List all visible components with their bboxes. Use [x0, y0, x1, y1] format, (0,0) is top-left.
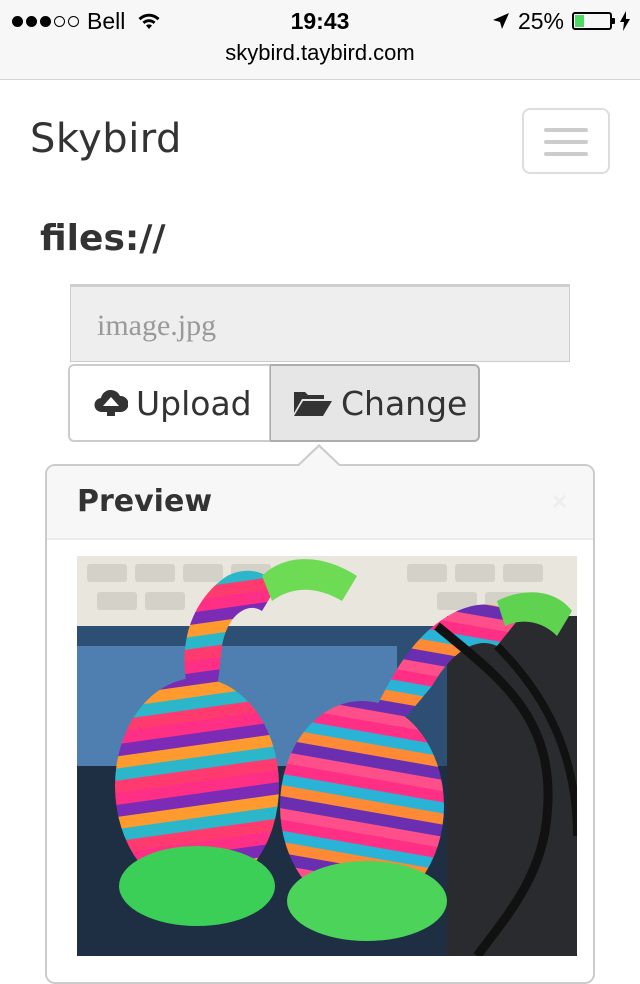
change-button-label: Change	[341, 383, 468, 423]
preview-image	[77, 556, 577, 956]
battery-icon	[572, 12, 615, 30]
battery-percent: 25%	[517, 7, 564, 34]
file-name-input[interactable]: image.jpg	[70, 284, 570, 362]
popover-header: Preview ×	[47, 466, 593, 540]
battery-fill	[575, 15, 584, 27]
page-title: files://	[40, 218, 166, 259]
status-bar: Bell 19:43 25% skybird.taybird.com	[0, 0, 640, 80]
hamburger-icon	[544, 140, 588, 144]
charging-bolt-icon	[620, 11, 630, 31]
folder-open-icon	[294, 392, 332, 416]
popover-title: Preview	[77, 484, 213, 519]
hamburger-icon	[544, 128, 588, 132]
file-button-group: Upload Change	[68, 364, 480, 442]
location-arrow-icon	[492, 13, 509, 29]
change-button[interactable]: Change	[270, 364, 480, 442]
popover-arrow-inner	[299, 447, 339, 466]
navbar-toggle-button[interactable]	[522, 108, 610, 174]
hamburger-icon	[544, 152, 588, 156]
close-icon[interactable]: ×	[552, 486, 567, 517]
upload-button-label: Upload	[136, 383, 252, 423]
upload-button[interactable]: Upload	[68, 364, 270, 442]
address-bar-url[interactable]: skybird.taybird.com	[0, 40, 640, 66]
cloud-upload-icon	[94, 389, 128, 416]
preview-popover: Preview ×	[45, 464, 595, 984]
status-right: 25%	[492, 8, 630, 34]
brand-logo-text[interactable]: Skybird	[30, 116, 182, 162]
